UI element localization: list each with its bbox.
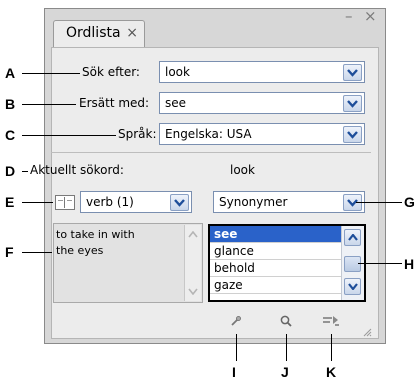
chevron-up-icon	[347, 234, 358, 241]
language-value: Engelska: USA	[165, 127, 252, 141]
callout-line-e	[22, 202, 53, 203]
book-icon[interactable]	[55, 195, 75, 210]
current-term-label: Aktuellt sökord:	[30, 163, 124, 177]
callout-k: K	[326, 364, 337, 380]
relation-field[interactable]: Synonymer	[213, 191, 365, 213]
replace-icon[interactable]	[229, 313, 243, 327]
callout-e: E	[5, 194, 15, 210]
scroll-up-icon	[188, 231, 198, 238]
callout-d: D	[5, 163, 16, 179]
language-label: Språk:	[118, 127, 157, 141]
replace-field[interactable]: see	[159, 92, 365, 114]
relation-value: Synonymer	[219, 195, 288, 209]
callout-j: J	[281, 364, 289, 380]
replace-label: Ersätt med:	[79, 96, 150, 110]
tab-ordlista[interactable]: Ordlista ×	[53, 20, 145, 47]
callout-h: H	[404, 256, 415, 272]
search-icon[interactable]	[279, 313, 293, 327]
language-field[interactable]: Engelska: USA	[159, 123, 365, 145]
search-value: look	[165, 65, 190, 79]
scroll-up-button[interactable]	[344, 229, 361, 246]
callout-line-k	[331, 334, 332, 361]
chevron-down-icon	[347, 283, 358, 290]
meaning-field[interactable]: verb (1)	[80, 191, 192, 213]
callout-c: C	[5, 127, 16, 143]
callout-line-j	[286, 334, 287, 361]
close-icon[interactable]: ×	[364, 9, 377, 24]
callout-line-h	[358, 263, 402, 264]
callout-g: G	[404, 194, 415, 210]
definition-line-1: to take in with	[56, 228, 135, 241]
meaning-dropdown-button[interactable]	[170, 194, 189, 211]
callout-a: A	[5, 65, 16, 81]
definition-box[interactable]: to take in with the eyes	[53, 223, 203, 303]
callout-line-a	[22, 73, 80, 74]
resize-grip-icon[interactable]	[362, 322, 372, 337]
scroll-down-icon	[188, 288, 198, 295]
separator	[51, 152, 371, 153]
chevron-down-icon	[347, 68, 358, 77]
search-field[interactable]: look	[159, 61, 365, 83]
callout-i: I	[232, 364, 236, 380]
definition-scrollbar[interactable]	[184, 225, 201, 301]
replace-dropdown-button[interactable]	[343, 95, 362, 112]
replace-value: see	[165, 96, 187, 110]
callout-line-f	[22, 252, 52, 253]
scroll-down-button[interactable]	[344, 278, 361, 295]
search-dropdown-button[interactable]	[343, 64, 362, 81]
scroll-thumb[interactable]	[344, 256, 361, 272]
chevron-down-icon	[347, 130, 358, 139]
callout-b: B	[5, 96, 16, 112]
callout-line-c	[22, 135, 116, 136]
search-label: Sök efter:	[82, 65, 140, 79]
callout-line-b	[22, 104, 76, 105]
dictionary-options-icon[interactable]	[321, 313, 341, 327]
definition-line-2: the eyes	[56, 244, 104, 257]
callout-line-g	[356, 202, 402, 203]
callout-line-i	[236, 334, 237, 361]
tab-label: Ordlista	[66, 25, 121, 41]
current-term-value: look	[230, 163, 255, 177]
callout-line-d	[22, 171, 28, 172]
tab-close-icon[interactable]: ×	[126, 21, 138, 46]
chevron-down-icon	[347, 99, 358, 108]
minimize-icon[interactable]: –	[345, 9, 353, 24]
meaning-value: verb (1)	[86, 195, 134, 209]
results-list[interactable]: see glance behold gaze	[208, 224, 366, 302]
callout-f: F	[5, 244, 14, 260]
chevron-down-icon	[174, 198, 185, 207]
language-dropdown-button[interactable]	[343, 126, 362, 143]
